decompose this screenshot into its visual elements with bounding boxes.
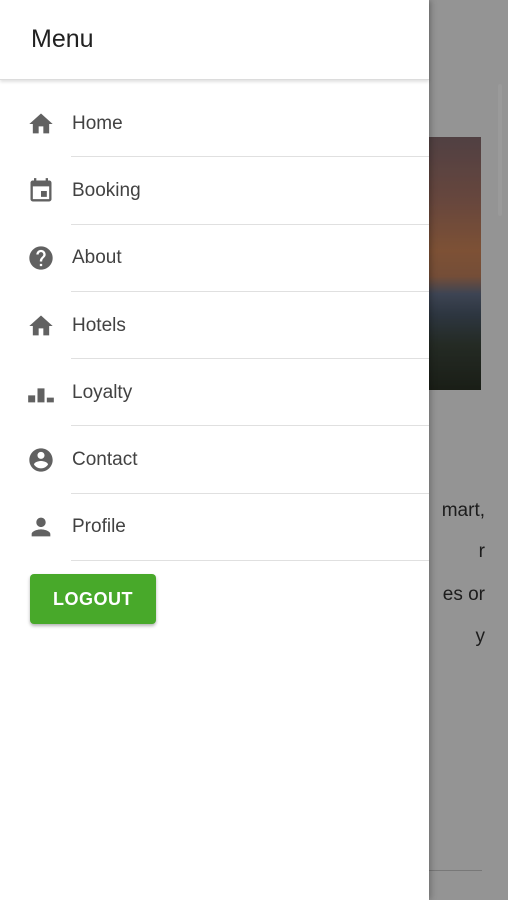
calendar-icon bbox=[27, 177, 55, 205]
menu-item-profile[interactable]: Profile bbox=[0, 494, 429, 562]
menu-list: Home Booking About Hotels Loyalty Contac… bbox=[0, 90, 429, 562]
menu-item-label: Profile bbox=[72, 516, 126, 538]
menu-item-home[interactable]: Home bbox=[0, 90, 429, 158]
account-circle-icon bbox=[27, 446, 55, 474]
logout-button[interactable]: LOGOUT bbox=[30, 574, 156, 624]
menu-item-about[interactable]: About bbox=[0, 225, 429, 292]
menu-item-label: Booking bbox=[72, 179, 141, 201]
menu-item-hotels[interactable]: Hotels bbox=[0, 292, 429, 360]
page-scrollbar-thumb[interactable] bbox=[498, 84, 502, 216]
person-icon bbox=[27, 513, 55, 541]
app-viewport: mart, r es or y Menu Home Booking About … bbox=[0, 0, 508, 900]
menu-item-label: About bbox=[72, 247, 122, 269]
drawer-header: Menu bbox=[0, 0, 429, 80]
navigation-drawer: Menu Home Booking About Hotels Loyalty C… bbox=[0, 0, 429, 900]
menu-item-booking[interactable]: Booking bbox=[0, 157, 429, 225]
menu-item-label: Contact bbox=[72, 449, 138, 471]
bar-chart-icon bbox=[27, 379, 55, 407]
home-icon bbox=[27, 312, 55, 340]
menu-item-label: Hotels bbox=[72, 314, 126, 336]
menu-item-label: Loyalty bbox=[72, 381, 133, 403]
menu-divider bbox=[71, 560, 429, 562]
drawer-title: Menu bbox=[31, 25, 94, 53]
menu-item-loyalty[interactable]: Loyalty bbox=[0, 359, 429, 427]
home-icon bbox=[27, 110, 55, 138]
menu-item-label: Home bbox=[72, 112, 123, 134]
help-circle-icon bbox=[27, 244, 55, 272]
menu-item-contact[interactable]: Contact bbox=[0, 426, 429, 494]
